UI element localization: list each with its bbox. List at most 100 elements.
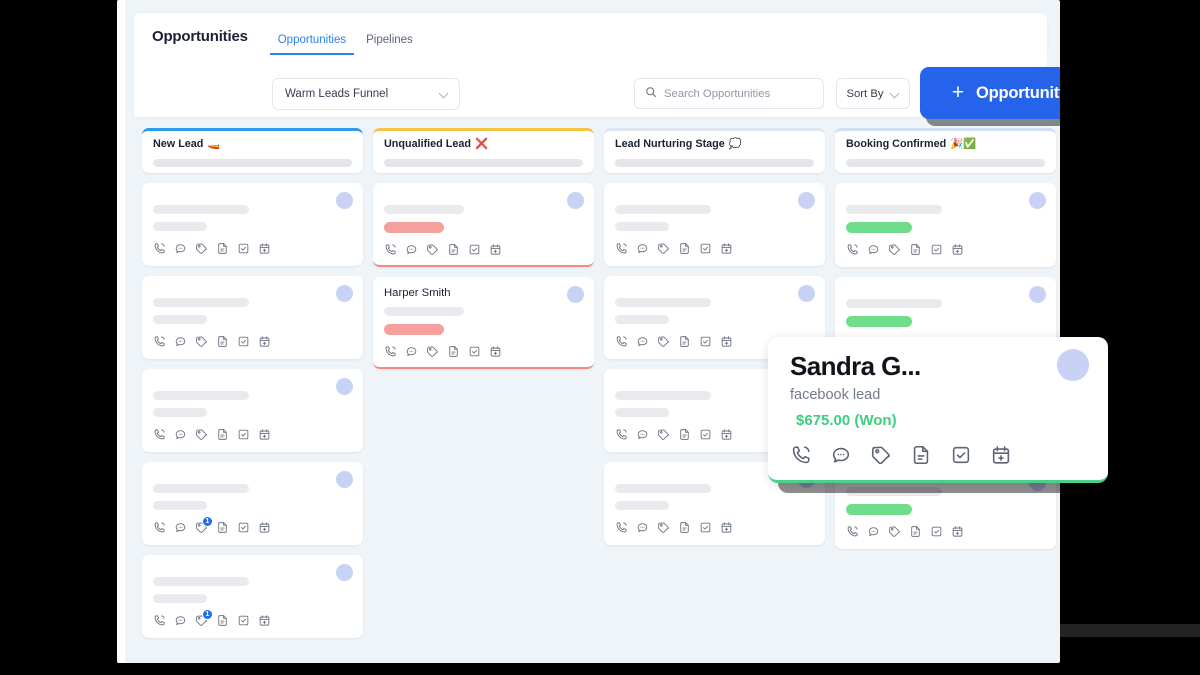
- tag-icon[interactable]: [657, 428, 670, 441]
- document-icon[interactable]: [909, 243, 922, 256]
- document-icon[interactable]: [909, 525, 922, 538]
- document-icon[interactable]: [910, 444, 932, 466]
- chat-bubble-icon[interactable]: [867, 243, 880, 256]
- tag-icon[interactable]: [888, 525, 901, 538]
- phone-call-icon[interactable]: [153, 428, 166, 441]
- tag-icon[interactable]: [870, 444, 892, 466]
- tag-icon[interactable]: [195, 335, 208, 348]
- task-check-icon[interactable]: [930, 525, 943, 538]
- chat-bubble-icon[interactable]: [636, 335, 649, 348]
- calendar-add-icon[interactable]: [720, 521, 733, 534]
- task-check-icon[interactable]: [950, 444, 972, 466]
- tab-opportunities[interactable]: Opportunities: [269, 34, 355, 55]
- phone-call-icon[interactable]: [846, 243, 859, 256]
- chat-bubble-icon[interactable]: [636, 428, 649, 441]
- document-icon[interactable]: [216, 242, 229, 255]
- tag-icon[interactable]: [426, 345, 439, 358]
- document-icon[interactable]: [678, 428, 691, 441]
- opportunity-card[interactable]: 1: [142, 555, 363, 638]
- sort-by-button[interactable]: Sort By: [836, 78, 910, 109]
- calendar-add-icon[interactable]: [258, 428, 271, 441]
- opportunity-card[interactable]: [835, 183, 1056, 267]
- chat-bubble-icon[interactable]: [405, 243, 418, 256]
- document-icon[interactable]: [678, 521, 691, 534]
- chat-bubble-icon[interactable]: [405, 345, 418, 358]
- task-check-icon[interactable]: [237, 428, 250, 441]
- task-check-icon[interactable]: [699, 428, 712, 441]
- task-check-icon[interactable]: [237, 521, 250, 534]
- document-icon[interactable]: [447, 243, 460, 256]
- task-check-icon[interactable]: [237, 614, 250, 627]
- calendar-add-icon[interactable]: [489, 243, 502, 256]
- calendar-add-icon[interactable]: [720, 242, 733, 255]
- calendar-add-icon[interactable]: [720, 335, 733, 348]
- funnel-select[interactable]: Warm Leads Funnel: [272, 78, 460, 110]
- calendar-add-icon[interactable]: [990, 444, 1012, 466]
- phone-call-icon[interactable]: [615, 521, 628, 534]
- document-icon[interactable]: [678, 335, 691, 348]
- chat-bubble-icon[interactable]: [174, 614, 187, 627]
- tag-icon[interactable]: [888, 243, 901, 256]
- phone-call-icon[interactable]: [153, 521, 166, 534]
- calendar-add-icon[interactable]: [951, 243, 964, 256]
- opportunity-card[interactable]: [373, 183, 594, 267]
- chat-bubble-icon[interactable]: [174, 428, 187, 441]
- chat-bubble-icon[interactable]: [636, 521, 649, 534]
- task-check-icon[interactable]: [699, 335, 712, 348]
- tag-icon[interactable]: [195, 428, 208, 441]
- task-check-icon[interactable]: [468, 345, 481, 358]
- opportunity-card[interactable]: [142, 369, 363, 452]
- search-box[interactable]: [634, 78, 824, 109]
- chat-bubble-icon[interactable]: [830, 444, 852, 466]
- search-input[interactable]: [664, 87, 814, 100]
- phone-call-icon[interactable]: [384, 243, 397, 256]
- phone-call-icon[interactable]: [153, 335, 166, 348]
- task-check-icon[interactable]: [699, 242, 712, 255]
- opportunity-card[interactable]: [142, 183, 363, 266]
- phone-call-icon[interactable]: [846, 525, 859, 538]
- calendar-add-icon[interactable]: [258, 614, 271, 627]
- calendar-add-icon[interactable]: [951, 525, 964, 538]
- document-icon[interactable]: [678, 242, 691, 255]
- chat-bubble-icon[interactable]: [174, 335, 187, 348]
- document-icon[interactable]: [216, 428, 229, 441]
- document-icon[interactable]: [216, 614, 229, 627]
- chat-bubble-icon[interactable]: [174, 242, 187, 255]
- tag-icon[interactable]: [657, 521, 670, 534]
- phone-call-icon[interactable]: [153, 242, 166, 255]
- task-check-icon[interactable]: [930, 243, 943, 256]
- calendar-add-icon[interactable]: [258, 335, 271, 348]
- task-check-icon[interactable]: [699, 521, 712, 534]
- opportunity-card[interactable]: [142, 276, 363, 359]
- calendar-add-icon[interactable]: [258, 521, 271, 534]
- tag-icon[interactable]: [426, 243, 439, 256]
- document-icon[interactable]: [216, 335, 229, 348]
- opportunity-card[interactable]: 1: [142, 462, 363, 545]
- chat-bubble-icon[interactable]: [867, 525, 880, 538]
- phone-call-icon[interactable]: [790, 444, 812, 466]
- tag-icon[interactable]: [195, 242, 208, 255]
- chat-bubble-icon[interactable]: [636, 242, 649, 255]
- phone-call-icon[interactable]: [615, 428, 628, 441]
- document-icon[interactable]: [447, 345, 460, 358]
- task-check-icon[interactable]: [237, 335, 250, 348]
- phone-call-icon[interactable]: [615, 242, 628, 255]
- phone-call-icon[interactable]: [615, 335, 628, 348]
- opportunity-card[interactable]: Harper Smith: [373, 277, 594, 369]
- task-check-icon[interactable]: [237, 242, 250, 255]
- tag-icon[interactable]: [657, 242, 670, 255]
- tab-pipelines[interactable]: Pipelines: [358, 34, 421, 56]
- document-icon[interactable]: [216, 521, 229, 534]
- opportunity-detail-card[interactable]: Sandra G... facebook lead $675.00 (Won): [768, 337, 1108, 483]
- task-check-icon[interactable]: [468, 243, 481, 256]
- chat-bubble-icon[interactable]: [174, 521, 187, 534]
- calendar-add-icon[interactable]: [258, 242, 271, 255]
- calendar-add-icon[interactable]: [489, 345, 502, 358]
- tag-icon[interactable]: 1: [195, 516, 213, 534]
- tag-icon[interactable]: [657, 335, 670, 348]
- tag-icon[interactable]: 1: [195, 609, 213, 627]
- add-opportunity-button[interactable]: + Opportunity: [920, 67, 1060, 119]
- phone-call-icon[interactable]: [384, 345, 397, 358]
- phone-call-icon[interactable]: [153, 614, 166, 627]
- opportunity-card[interactable]: [604, 183, 825, 266]
